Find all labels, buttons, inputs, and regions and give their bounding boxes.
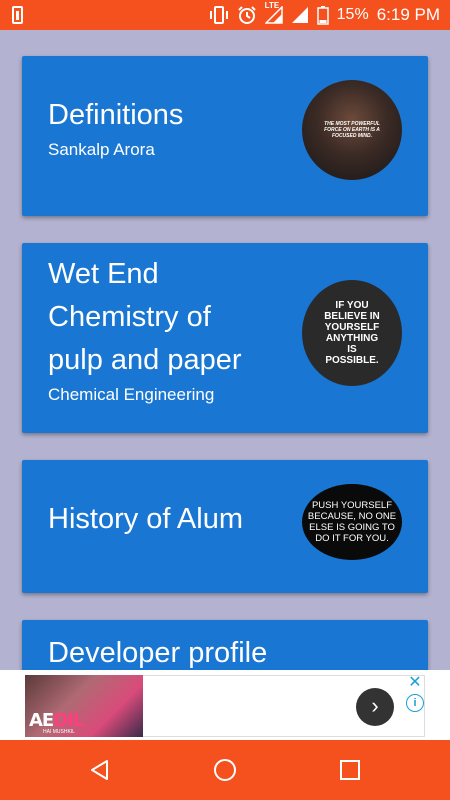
battery-saver-icon <box>12 6 23 24</box>
navigation-bar <box>0 740 450 800</box>
ad-close-icon[interactable]: ✕ <box>406 674 424 692</box>
card-thumbnail: THE MOST POWERFUL FORCE ON EARTH IS A FO… <box>302 80 402 180</box>
topic-card-developer-profile[interactable]: Developer profile <box>22 620 428 670</box>
topic-card-definitions[interactable]: Definitions Sankalp Arora THE MOST POWER… <box>22 56 428 216</box>
card-title-line: pulp and paper <box>48 344 242 376</box>
back-icon <box>91 760 108 780</box>
ad-logo-sub: HAI MUSHKIL <box>43 729 75 735</box>
home-button[interactable] <box>195 740 255 800</box>
card-title-line: Developer profile <box>48 637 268 669</box>
card-subtitle: Sankalp Arora <box>48 140 155 159</box>
battery-icon <box>316 5 329 25</box>
battery-percent: 15% <box>336 6 369 23</box>
card-thumbnail: IF YOU BELIEVE IN YOURSELF ANYTHING IS P… <box>302 280 402 386</box>
card-title-line: History of Alum <box>48 503 243 535</box>
ad-logo: AEDIL <box>29 710 84 731</box>
ad-logo-text: AE <box>29 710 54 731</box>
card-subtitle: Chemical Engineering <box>48 385 215 404</box>
thumbnail-quote: THE MOST POWERFUL FORCE ON EARTH IS A FO… <box>324 121 380 139</box>
card-title: Wet End Chemistry of pulp and paper <box>48 253 242 382</box>
topics-list[interactable]: Definitions Sankalp Arora THE MOST POWER… <box>0 30 450 670</box>
thumbnail-quote: PUSH YOURSELF BECAUSE, NO ONE ELSE IS GO… <box>307 500 397 544</box>
vibrate-icon <box>209 6 229 24</box>
alarm-icon <box>237 5 257 25</box>
card-title: Developer profile <box>48 632 267 670</box>
card-title-line: Wet End <box>48 258 159 290</box>
ad-banner[interactable]: AEDIL HAI MUSHKIL › ✕ i <box>0 670 450 740</box>
recents-button[interactable] <box>320 740 380 800</box>
ad-logo-accent: DIL <box>53 710 84 731</box>
recents-icon <box>340 760 360 780</box>
ad-info-icon[interactable]: i <box>406 694 424 712</box>
card-title: History of Alum <box>48 498 243 541</box>
ad-next-button[interactable]: › <box>356 688 394 726</box>
card-title: Definitions <box>48 94 183 137</box>
topic-card-wet-end-chemistry[interactable]: Wet End Chemistry of pulp and paper Chem… <box>22 243 428 433</box>
status-icons: LTE 15% 6:19 PM <box>209 0 440 30</box>
lte-signal-icon: LTE <box>264 1 283 24</box>
card-title-line: Chemistry of <box>48 301 211 333</box>
signal-icon <box>291 6 309 24</box>
topic-card-history-of-alum[interactable]: History of Alum PUSH YOURSELF BECAUSE, N… <box>22 460 428 593</box>
clock: 6:19 PM <box>376 5 440 24</box>
status-bar: LTE 15% 6:19 PM <box>0 0 450 30</box>
card-title-line: Definitions <box>48 99 184 131</box>
network-type: LTE <box>264 1 280 10</box>
card-thumbnail: PUSH YOURSELF BECAUSE, NO ONE ELSE IS GO… <box>302 484 402 560</box>
back-button[interactable] <box>70 740 130 800</box>
thumbnail-quote: IF YOU BELIEVE IN YOURSELF ANYTHING IS P… <box>324 300 380 366</box>
ad-poster-image[interactable]: AEDIL HAI MUSHKIL <box>25 675 143 737</box>
home-icon <box>214 759 236 781</box>
